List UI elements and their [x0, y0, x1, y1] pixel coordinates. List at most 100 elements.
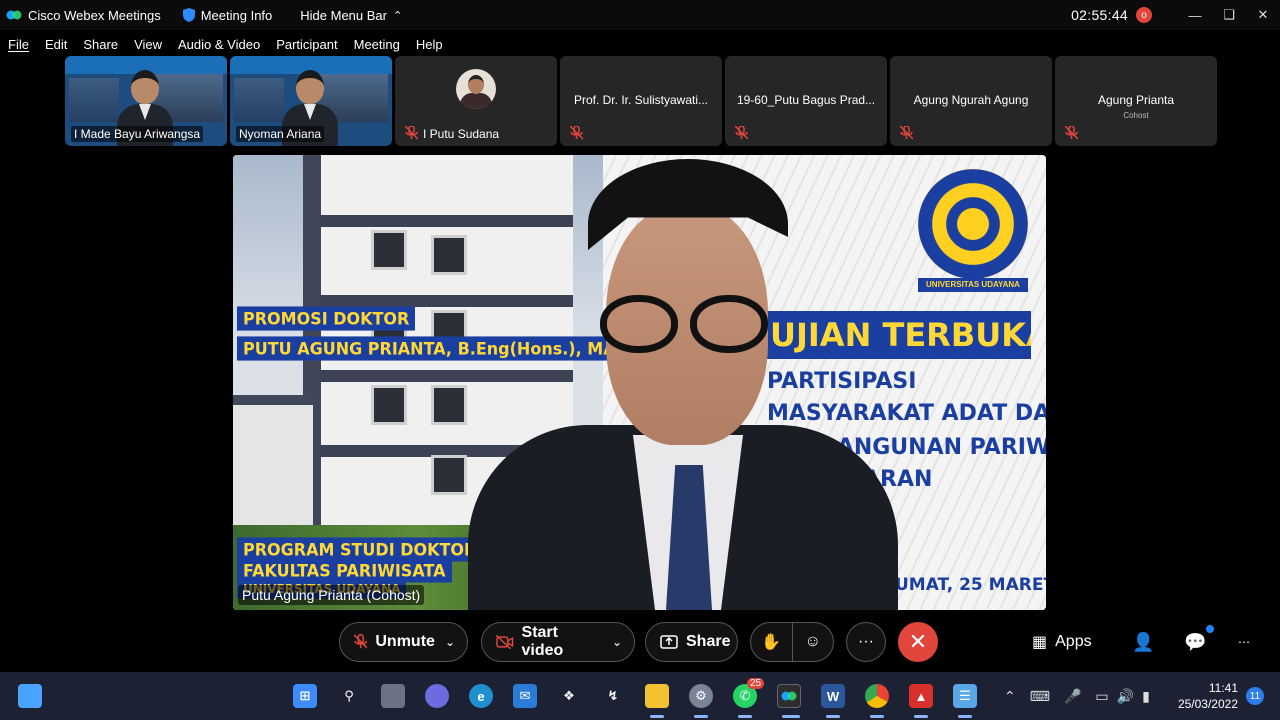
acrobat-icon[interactable]: ▲ [909, 684, 933, 708]
participant-tile[interactable]: I Made Bayu Ariwangsa [65, 56, 227, 146]
teams-chat-icon[interactable] [425, 684, 449, 708]
network-icon[interactable]: ▭ [1095, 688, 1108, 705]
apps-button[interactable]: ▦ Apps [1032, 622, 1092, 662]
power-automate-icon[interactable]: ↯ [601, 684, 625, 708]
more-menu-button[interactable]: ⋯ [1238, 622, 1250, 662]
unmute-label: Unmute [375, 633, 435, 650]
menu-meeting[interactable]: Meeting [354, 37, 400, 52]
chevron-down-icon[interactable]: ⌄ [612, 635, 622, 649]
participant-tile[interactable]: 19-60_Putu Bagus Prad... [725, 56, 887, 146]
menu-bar: File Edit Share View Audio & Video Parti… [0, 34, 459, 54]
file-explorer-icon[interactable] [645, 684, 669, 708]
notification-badge[interactable]: 11 [1246, 687, 1264, 705]
minimize-icon[interactable]: — [1178, 0, 1212, 30]
close-icon: ✕ [908, 629, 928, 654]
volume-icon[interactable]: 🔊 [1117, 688, 1134, 705]
mic-muted-icon [735, 126, 748, 140]
keyboard-icon[interactable]: ⌨ [1030, 688, 1050, 705]
recording-indicator-icon[interactable]: o [1136, 7, 1152, 23]
battery-icon[interactable]: ▮ [1142, 688, 1150, 705]
participant-name: Nyoman Ariana [236, 126, 325, 142]
mic-muted-icon [1065, 126, 1078, 140]
shield-icon [182, 8, 195, 22]
logo-caption: UNIVERSITAS UDAYANA [918, 278, 1028, 292]
system-tray: ⌃ ⌨ 🎤 ▭ 🔊 ▮ [1004, 672, 1150, 720]
meeting-timer: 02:55:44 [1071, 7, 1128, 23]
avatar [456, 69, 496, 109]
settings-gear-icon[interactable]: ⚙ [689, 684, 713, 708]
apps-label: Apps [1055, 633, 1092, 650]
raise-hand-icon[interactable]: ✋ [751, 632, 792, 652]
task-view-icon[interactable] [381, 684, 405, 708]
participant-strip: I Made Bayu Ariwangsa Nyoman Ariana I Pu… [65, 56, 1220, 146]
menu-file[interactable]: File [8, 37, 29, 52]
dropbox-icon[interactable]: ❖ [557, 684, 581, 708]
hide-menu-bar-button[interactable]: Hide Menu Bar ⌃ [300, 8, 402, 23]
mic-muted-icon [570, 126, 583, 140]
edge-icon[interactable]: e [469, 684, 493, 708]
chevron-up-icon[interactable]: ⌃ [1004, 688, 1016, 705]
microphone-icon[interactable]: 🎤 [1064, 688, 1081, 705]
windows-start-icon[interactable]: ⊞ [293, 684, 317, 708]
participant-tile[interactable]: I Putu Sudana [395, 56, 557, 146]
chrome-icon[interactable] [865, 684, 889, 708]
word-icon[interactable]: W [821, 684, 845, 708]
restore-icon[interactable]: ❏ [1212, 0, 1246, 30]
webex-taskbar-icon[interactable] [777, 684, 801, 708]
menu-help[interactable]: Help [416, 37, 443, 52]
clock-time: 11:41 [1208, 681, 1238, 695]
participant-name: Agung Ngurah Agung [913, 93, 1029, 107]
start-video-button[interactable]: Start video ⌄ [481, 622, 635, 662]
close-icon[interactable]: ✕ [1246, 0, 1280, 30]
emoji-reaction-icon[interactable]: ☺ [793, 633, 834, 651]
participant-name: Agung Prianta [1097, 93, 1175, 107]
share-button[interactable]: Share [645, 622, 738, 662]
taskbar-clock[interactable]: 11:41 25/03/2022 [1178, 680, 1238, 712]
whatsapp-badge: 25 [747, 678, 765, 689]
participant-name: I Made Bayu Ariwangsa [71, 126, 204, 142]
menu-participant[interactable]: Participant [276, 37, 337, 52]
notepad-icon[interactable]: ☰ [953, 684, 977, 708]
unmute-button[interactable]: Unmute ⌄ [339, 622, 468, 662]
app-title-area: Cisco Webex Meetings [0, 8, 161, 23]
chat-button[interactable]: 💬 [1184, 622, 1206, 662]
participant-name: 19-60_Putu Bagus Prad... [736, 93, 876, 107]
reactions-group: ✋ ☺ [750, 622, 834, 662]
menu-edit[interactable]: Edit [45, 37, 67, 52]
meeting-controls: Unmute ⌄ Start video ⌄ Share ✋ ☺ ··· ✕ ▦… [0, 615, 1280, 670]
active-speaker-label: Putu Agung Prianta (Cohost) [238, 585, 425, 605]
mic-muted-icon [900, 126, 913, 140]
participant-tile[interactable]: Nyoman Ariana [230, 56, 392, 146]
meeting-info-button[interactable]: Meeting Info [182, 8, 272, 23]
more-options-button[interactable]: ··· [846, 622, 886, 662]
leave-meeting-button[interactable]: ✕ [898, 622, 938, 662]
start-video-label: Start video [521, 624, 564, 659]
windows-taskbar: ⊞ ⚲ e ✉ ❖ ↯ ⚙ ✆ 25 W ▲ ☰ ⌃ ⌨ 🎤 ▭ 🔊 ▮ 11:… [0, 672, 1280, 720]
share-screen-icon [660, 635, 678, 649]
chevron-down-icon[interactable]: ⌄ [445, 635, 455, 649]
chat-icon: 💬 [1184, 631, 1207, 652]
main-video-stage[interactable]: PROMOSI DOKTOR PUTU AGUNG PRIANTA, B.Eng… [233, 155, 1046, 610]
participant-tile[interactable]: Agung Ngurah Agung [890, 56, 1052, 146]
slide-candidate: PUTU AGUNG PRIANTA, B.Eng(Hons.), MA. [237, 336, 628, 361]
mail-icon[interactable]: ✉ [513, 684, 537, 708]
menu-audio-video[interactable]: Audio & Video [178, 37, 260, 52]
menu-share[interactable]: Share [83, 37, 118, 52]
app-title: Cisco Webex Meetings [28, 7, 161, 23]
video-off-icon [496, 635, 514, 649]
more-horizontal-icon: ⋯ [1238, 635, 1250, 649]
title-bar: Cisco Webex Meetings Meeting Info Hide M… [0, 0, 1280, 30]
apps-icon: ▦ [1032, 634, 1048, 651]
chat-notification-dot [1206, 625, 1214, 633]
participants-button[interactable]: 👤 [1132, 622, 1154, 662]
mic-muted-icon [354, 634, 368, 649]
widgets-icon[interactable] [18, 684, 42, 708]
participant-tile[interactable]: Prof. Dr. Ir. Sulistyawati... [560, 56, 722, 146]
participant-tile[interactable]: Agung Prianta Cohost [1055, 56, 1217, 146]
clock-date: 25/03/2022 [1177, 697, 1238, 711]
menu-view[interactable]: View [134, 37, 162, 52]
mic-muted-icon [405, 126, 418, 140]
participant-role: Cohost [1123, 111, 1149, 120]
share-label: Share [686, 633, 731, 650]
search-icon[interactable]: ⚲ [337, 684, 361, 708]
